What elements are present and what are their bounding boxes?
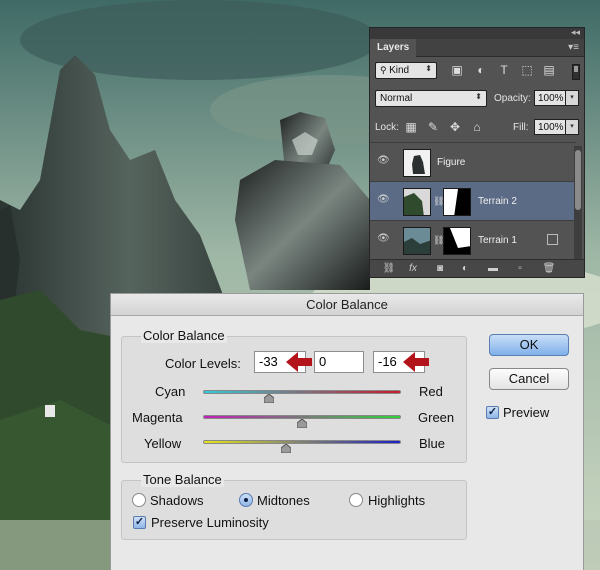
shadows-radio[interactable] [132,493,146,507]
color-levels-label: Color Levels: [165,356,241,371]
opacity-dropdown-icon[interactable]: ▾ [565,90,579,106]
tone-balance-group-title: Tone Balance [141,472,224,487]
red-arrow-annotation [286,352,312,372]
cancel-button[interactable]: Cancel [489,368,569,390]
visibility-eye-icon[interactable]: 👁 [377,234,391,244]
ok-button[interactable]: OK [489,334,569,356]
adjustment-filter-icon[interactable]: ◐ [474,64,488,77]
magenta-label: Magenta [132,410,183,425]
lock-row: Lock: ▦ ✎ ✥ ⌂ Fill: 100% ▾ [370,115,586,141]
mask-link-icon[interactable]: ⛓ [433,235,444,247]
arrow-shape [403,352,429,372]
blue-label: Blue [419,436,446,451]
filter-kind-select[interactable]: ⚲ Kind ⬍ [375,62,437,79]
filter-row: ⚲ Kind ⬍ ▣ ◐ T ⬚ ▤ [370,58,586,84]
opacity-field[interactable]: 100% [534,90,566,106]
midtones-radio[interactable] [239,493,253,507]
magenta-green-slider-knob[interactable] [297,419,307,428]
tone-balance-group [121,480,467,540]
layer-name[interactable]: Terrain 1 [478,235,517,246]
panel-menu-icon[interactable]: ▾≡ [568,42,579,53]
highlights-radio[interactable] [349,493,363,507]
red-arrow-annotation [403,352,429,372]
smart-object-badge-icon [547,234,558,245]
lock-position-move-icon[interactable]: ✥ [448,120,462,134]
lock-label: Lock: [375,122,399,133]
type-filter-icon[interactable]: T [497,64,511,77]
green-label: Green [418,410,455,425]
fill-label: Fill: [513,122,529,133]
search-icon: ⚲ [380,65,390,75]
fx-effects-icon[interactable]: fx [406,263,420,275]
link-layers-icon[interactable]: ⛓ [382,263,396,275]
layer-mask-thumbnail[interactable] [443,227,471,255]
image-filter-icon[interactable]: ▣ [450,64,464,77]
layer-name[interactable]: Figure [437,157,465,168]
mask-link-icon[interactable]: ⛓ [433,196,444,208]
lock-pixels-brush-icon[interactable]: ✎ [426,120,440,134]
red-label: Red [419,384,443,399]
smart-object-filter-icon[interactable]: ▤ [542,64,556,77]
yellow-blue-slider-track[interactable] [203,440,401,444]
layer-row-terrain-1[interactable]: 👁 ⛓ Terrain 1 [370,220,576,259]
lock-transparency-icon[interactable]: ▦ [404,120,418,134]
color-balance-dialog: Color Balance Color Balance Color Levels… [110,293,584,570]
cyan-red-slider-knob[interactable] [264,394,275,403]
collapse-panel-icon[interactable]: ◂◂ [571,27,580,38]
blend-row: Normal ⬍ Opacity: 100% ▾ [370,87,586,113]
dialog-title[interactable]: Color Balance [111,294,583,316]
filter-toggle-switch[interactable] [572,64,580,80]
layer-row-figure[interactable]: 👁 Figure [370,142,576,181]
panel-tab-bar: Layers ▾≡ [370,39,584,57]
chevron-updown-icon: ⬍ [425,64,432,73]
preserve-luminosity-label[interactable]: Preserve Luminosity [151,515,269,530]
layer-thumbnail [403,149,431,177]
fill-dropdown-icon[interactable]: ▾ [565,119,579,135]
layer-mask-thumbnail[interactable] [443,188,471,216]
shadows-label[interactable]: Shadows [150,493,203,508]
layers-panel: ◂◂ Layers ▾≡ ⚲ Kind ⬍ ▣ ◐ T ⬚ ▤ Normal ⬍… [369,27,585,278]
yellow-label: Yellow [144,436,182,451]
arrow-shape [286,352,312,372]
tab-layers[interactable]: Layers [370,39,417,57]
adjustment-layer-icon[interactable]: ◐ [458,263,472,275]
layer-row-terrain-2[interactable]: 👁 ⛓ Terrain 2 [370,181,576,220]
cyan-red-slider-track[interactable] [203,390,401,394]
fill-field[interactable]: 100% [534,119,566,135]
shape-filter-icon[interactable]: ⬚ [520,64,534,77]
visibility-eye-icon[interactable]: 👁 [377,195,391,205]
new-group-folder-icon[interactable]: ▬ [486,263,500,275]
magenta-green-level-field[interactable]: 0 [314,351,364,373]
new-layer-icon[interactable]: ▫ [513,263,527,275]
opacity-label: Opacity: [494,93,531,104]
panel-bottom-toolbar: ⛓ fx ◙ ◐ ▬ ▫ 🗑 [370,259,584,277]
visibility-eye-icon[interactable]: 👁 [377,156,391,166]
add-mask-icon[interactable]: ◙ [433,263,447,275]
midtones-label[interactable]: Midtones [257,493,310,508]
lock-all-padlock-icon[interactable]: ⌂ [470,120,484,134]
trash-icon[interactable]: 🗑 [542,263,556,275]
highlights-label[interactable]: Highlights [368,493,425,508]
layer-thumbnail [403,188,431,216]
blend-mode-select[interactable]: Normal ⬍ [375,90,487,107]
color-balance-group-title: Color Balance [141,328,227,343]
yellow-blue-slider-knob[interactable] [281,444,292,453]
layers-scrollbar[interactable] [574,146,582,261]
panel-title-bar[interactable]: ◂◂ [370,27,584,39]
cyan-label: Cyan [155,384,186,399]
layer-name[interactable]: Terrain 2 [478,196,517,207]
chevron-updown-icon: ⬍ [475,92,482,101]
preview-checkbox[interactable]: ✓ [486,406,499,419]
preserve-luminosity-checkbox[interactable]: ✓ [133,516,146,529]
layer-thumbnail [403,227,431,255]
preview-label[interactable]: Preview [503,405,549,420]
